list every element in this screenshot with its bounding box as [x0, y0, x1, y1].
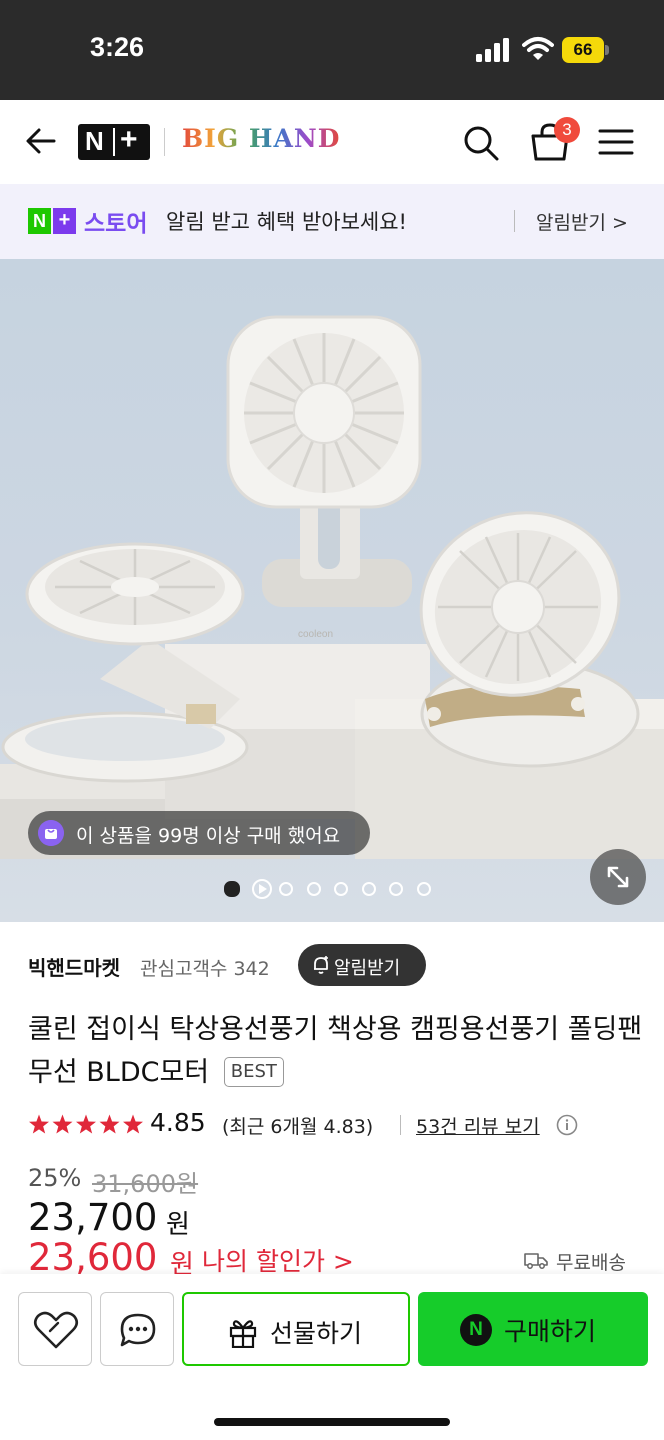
rating-value: 4.85	[150, 1108, 206, 1137]
my-discount-price: 23,600	[28, 1236, 158, 1279]
brand-logo[interactable]: BIG HAND	[182, 124, 340, 153]
product-image-gallery[interactable]: cooleon 이 상품을 99명 이상 구매 했어요	[0, 259, 664, 922]
product-logo-text: cooleon	[298, 629, 333, 640]
bell-plus-icon	[314, 956, 328, 974]
expand-icon[interactable]	[590, 849, 646, 905]
pagination-dot[interactable]	[334, 882, 348, 896]
wifi-icon	[522, 37, 554, 60]
purchase-count-text: 이 상품을 99명 이상 구매 했어요	[76, 825, 341, 847]
chat-button[interactable]	[100, 1292, 174, 1366]
buy-button[interactable]: N 구매하기	[418, 1292, 648, 1366]
status-bar: 3:26 66	[0, 0, 664, 100]
discount-rate: 25%	[28, 1164, 82, 1192]
gift-icon	[229, 1320, 257, 1348]
gallery-pagination[interactable]	[224, 879, 454, 899]
product-title-text: 쿨린 접이식 탁상용선풍기 책상용 캠핑용선풍기 폴딩팬 무선 BLDC모터	[28, 1014, 643, 1088]
bottom-action-bar: 선물하기 N 구매하기	[0, 1274, 664, 1440]
original-price: 31,600원	[92, 1170, 199, 1198]
status-time: 3:26	[90, 32, 145, 62]
star-icon	[52, 1114, 73, 1134]
purchase-count-bubble: 이 상품을 99명 이상 구매 했어요	[28, 811, 370, 855]
wishlist-button[interactable]	[18, 1292, 92, 1366]
seller-notify-label: 알림받기	[334, 958, 401, 979]
nplus-logo[interactable]: N +	[78, 123, 150, 160]
star-icon	[123, 1114, 143, 1134]
back-arrow-icon[interactable]	[24, 124, 58, 158]
pagination-dot-video[interactable]	[251, 879, 272, 899]
gift-button-label: 선물하기	[270, 1319, 363, 1348]
play-icon	[258, 884, 267, 894]
delivery-truck-icon	[524, 1253, 548, 1269]
recent-rating: (최근 6개월 4.83)	[222, 1116, 374, 1138]
naver-pay-icon: N	[460, 1314, 492, 1346]
home-indicator[interactable]	[214, 1418, 450, 1426]
pagination-dot[interactable]	[389, 882, 403, 896]
heart-icon	[33, 1311, 79, 1349]
cellular-signal-icon	[476, 38, 509, 62]
reviews-link[interactable]: 53건 리뷰 보기	[416, 1112, 540, 1139]
store-notify-banner[interactable]: N + 스토어 알림 받고 혜택 받아보세요! 알림받기 >	[0, 184, 664, 259]
pagination-dot[interactable]	[306, 882, 321, 896]
product-title: 쿨린 접이식 탁상용선풍기 책상용 캠핑용선풍기 폴딩팬 무선 BLDC모터 B…	[28, 1008, 648, 1094]
pagination-dot[interactable]	[361, 882, 376, 896]
battery-icon: 66	[562, 37, 609, 63]
cart-count-badge: 3	[554, 117, 580, 143]
search-icon[interactable]	[462, 124, 500, 162]
chat-bubble-icon	[120, 1313, 156, 1347]
best-badge: BEST	[223, 1057, 284, 1087]
star-icon	[76, 1114, 96, 1134]
star-icon	[99, 1114, 120, 1134]
banner-message: 알림 받고 혜택 받아보세요!	[166, 210, 407, 234]
banner-notify-link[interactable]: 알림받기 >	[536, 208, 628, 235]
buy-button-label: 구매하기	[504, 1317, 597, 1346]
sale-price-unit: 원	[166, 1210, 190, 1240]
gift-button[interactable]: 선물하기	[182, 1292, 410, 1366]
seller-notify-button[interactable]: 알림받기	[298, 944, 426, 986]
pagination-dot[interactable]	[416, 882, 431, 896]
store-label: 스토어	[84, 211, 148, 237]
free-shipping-label: 무료배송	[556, 1252, 626, 1274]
logo-divider	[164, 128, 165, 156]
battery-level: 66	[562, 37, 604, 63]
info-icon[interactable]	[556, 1114, 578, 1136]
sale-price: 23,700	[28, 1196, 158, 1239]
pagination-dot-active[interactable]	[224, 881, 240, 897]
shopping-bag-badge-icon	[38, 820, 64, 846]
my-discount-price-link[interactable]: 나의 할인가 >	[202, 1242, 354, 1278]
pagination-dot[interactable]	[279, 882, 293, 896]
star-icon	[29, 1114, 49, 1134]
hamburger-menu-icon[interactable]	[598, 126, 634, 158]
seller-name[interactable]: 빅핸드마켓	[28, 952, 120, 981]
nplus-store-badge: N +	[28, 208, 76, 234]
seller-interest-count: 관심고객수 342	[140, 958, 270, 980]
rating-stars	[29, 1114, 143, 1134]
